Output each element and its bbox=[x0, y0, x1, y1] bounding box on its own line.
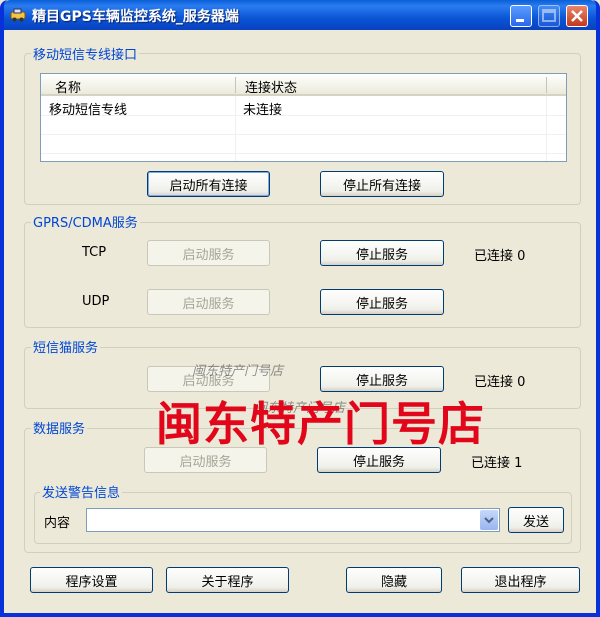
udp-start-service-button[interactable]: 启动服务 bbox=[147, 289, 270, 315]
data-service-status: 已连接 1 bbox=[471, 456, 523, 471]
list-header: 名称 连接状态 bbox=[41, 74, 566, 96]
column-separator[interactable] bbox=[546, 77, 547, 93]
start-all-connections-button[interactable]: 启动所有连接 bbox=[147, 171, 270, 197]
udp-label: UDP bbox=[82, 294, 110, 309]
gprs-group-label: GPRS/CDMA服务 bbox=[31, 212, 140, 231]
row-name-cell: 移动短信专线 bbox=[49, 103, 128, 118]
data-service-group-label: 数据服务 bbox=[31, 418, 88, 437]
exit-program-button[interactable]: 退出程序 bbox=[461, 567, 580, 593]
tcp-start-service-button[interactable]: 启动服务 bbox=[147, 240, 270, 266]
alert-group-label: 发送警告信息 bbox=[40, 482, 123, 501]
title-bar[interactable]: 精目GPS车辆监控系统_服务器端 bbox=[4, 0, 596, 30]
send-button[interactable]: 发送 bbox=[508, 507, 564, 533]
sms-line-group-label: 移动短信专线接口 bbox=[31, 44, 140, 63]
column-header-name[interactable]: 名称 bbox=[55, 77, 81, 96]
hide-button[interactable]: 隐藏 bbox=[346, 567, 442, 593]
content-label: 内容 bbox=[44, 516, 71, 531]
content-combobox[interactable] bbox=[86, 508, 500, 532]
program-settings-button[interactable]: 程序设置 bbox=[30, 567, 153, 593]
connection-list[interactable]: 名称 连接状态 移动短信专线 未连接 bbox=[40, 73, 567, 162]
sms-cat-group-label: 短信猫服务 bbox=[31, 337, 101, 356]
window-title: 精目GPS车辆监控系统_服务器端 bbox=[32, 9, 239, 25]
udp-stop-service-button[interactable]: 停止服务 bbox=[320, 289, 444, 315]
tcp-status: 已连接 0 bbox=[474, 249, 526, 264]
table-row[interactable]: 移动短信专线 未连接 bbox=[41, 98, 566, 118]
maximize-icon bbox=[542, 9, 556, 22]
chevron-down-icon bbox=[484, 517, 494, 524]
close-button[interactable] bbox=[566, 5, 588, 27]
gprs-group bbox=[24, 222, 581, 328]
close-icon bbox=[571, 10, 583, 22]
about-program-button[interactable]: 关于程序 bbox=[166, 567, 289, 593]
row-status-cell: 未连接 bbox=[243, 103, 283, 118]
tcp-stop-service-button[interactable]: 停止服务 bbox=[320, 240, 444, 266]
tcp-label: TCP bbox=[82, 245, 107, 260]
empty-row bbox=[41, 117, 566, 135]
maximize-button[interactable] bbox=[538, 5, 560, 27]
column-header-status[interactable]: 连接状态 bbox=[245, 77, 297, 96]
combobox-dropdown-button[interactable] bbox=[480, 510, 498, 530]
column-separator[interactable] bbox=[235, 77, 236, 93]
watermark-small-1: 闽东特产门号店 bbox=[192, 364, 284, 379]
minimize-icon bbox=[516, 19, 524, 22]
app-icon bbox=[10, 8, 26, 22]
stop-all-connections-button[interactable]: 停止所有连接 bbox=[320, 171, 444, 197]
minimize-button[interactable] bbox=[510, 5, 532, 27]
empty-row bbox=[41, 136, 566, 154]
watermark-text: 闽东特产门号店 bbox=[156, 397, 485, 451]
app-window: 精目GPS车辆监控系统_服务器端 移动短信专线接口 名称 连接状态 移动短信专线… bbox=[0, 0, 600, 617]
